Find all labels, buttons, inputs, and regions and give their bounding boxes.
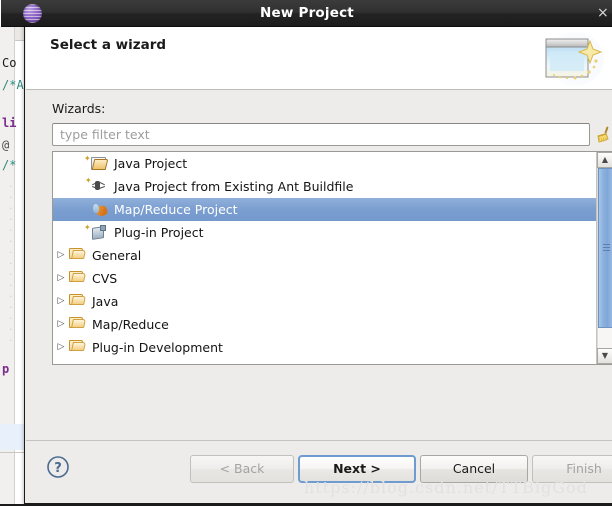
tree-row[interactable]: Map/Reduce Project xyxy=(53,198,596,221)
new-wizard-page-icon xyxy=(544,32,604,86)
dialog-title: New Project xyxy=(260,5,354,21)
backdrop-tickmarks: ............... xyxy=(8,180,14,344)
tree-row[interactable]: ▷ Java xyxy=(53,290,596,313)
dialog-header: Select a wizard xyxy=(26,27,612,90)
tree-row-label: Map/Reduce Project xyxy=(114,202,238,217)
cancel-button[interactable]: Cancel xyxy=(420,455,528,483)
tree-row[interactable]: ✦ Java Project from Existing Ant Buildfil… xyxy=(53,175,596,198)
folder-icon xyxy=(69,247,87,265)
backdrop-code-fragment: /*A xyxy=(2,78,24,92)
expand-triangle-icon[interactable]: ▷ xyxy=(53,336,69,359)
scroll-up-icon[interactable]: ▲ xyxy=(597,152,612,168)
folder-icon xyxy=(69,293,87,311)
close-icon[interactable]: × xyxy=(597,2,612,24)
scrollbar-grip xyxy=(603,244,610,252)
dialog-titlebar: New Project × xyxy=(1,0,612,27)
tree-row[interactable]: ✦ Java Project xyxy=(53,152,596,175)
scroll-down-icon[interactable]: ▼ xyxy=(597,348,612,364)
broom-clear-icon[interactable] xyxy=(594,125,612,145)
tree-row-label: Java xyxy=(92,294,119,309)
next-button[interactable]: Next > xyxy=(298,455,416,483)
backdrop-highlight-band xyxy=(0,424,26,450)
backdrop-code-fragment: li xyxy=(2,116,17,130)
tree-row-label: Java Project xyxy=(114,156,188,171)
expand-triangle-icon[interactable]: ▷ xyxy=(53,313,69,336)
tree-row-label: Plug-in Development xyxy=(92,340,223,355)
scrollbar-track[interactable] xyxy=(597,168,612,348)
tree-row[interactable]: ▷ Plug-in Development xyxy=(53,336,596,359)
wizards-label: Wizards: xyxy=(52,101,106,116)
backdrop-code-fragment: /* xyxy=(2,158,17,172)
tree-row-label: Plug-in Project xyxy=(114,225,204,240)
tree-row[interactable]: ▷ CVS xyxy=(53,267,596,290)
tree-row-label: Map/Reduce xyxy=(92,317,169,332)
tree-row-label: CVS xyxy=(92,271,118,286)
scrollbar-thumb[interactable] xyxy=(598,168,612,328)
java-project-icon: ✦ xyxy=(84,154,109,173)
tree-row-label: Java Project from Existing Ant Buildfile xyxy=(114,179,354,194)
filter-row xyxy=(52,123,609,146)
new-project-dialog: New Project × Select a wizard Wizards: t… xyxy=(1,0,612,504)
backdrop-code-fragment: p xyxy=(2,362,10,376)
dialog-body: Wizards: ✦ Java Project ✦ Java Project from… xyxy=(26,90,612,440)
dialog-button-bar: ? < Back Next > Cancel Finish xyxy=(26,441,612,503)
wizard-tree-rows: ✦ Java Project ✦ Java Project from Existing… xyxy=(53,152,596,364)
finish-button[interactable]: Finish xyxy=(532,455,612,483)
expand-triangle-icon[interactable]: ▷ xyxy=(53,267,69,290)
help-question-icon[interactable]: ? xyxy=(46,455,70,479)
tree-row[interactable]: ▷ Map/Reduce xyxy=(53,313,596,336)
folder-icon xyxy=(69,316,87,334)
backdrop-rule xyxy=(0,452,26,453)
filter-input[interactable] xyxy=(52,123,590,146)
tree-row-label: General xyxy=(92,248,142,263)
tree-vertical-scrollbar[interactable]: ▲ ▼ xyxy=(596,152,612,364)
wizard-tree: ✦ Java Project ✦ Java Project from Existing… xyxy=(52,151,612,365)
svg-text:?: ? xyxy=(54,461,62,476)
backdrop-code-fragment: Co xyxy=(2,56,17,70)
ant-buildfile-icon: ✦ xyxy=(85,176,109,196)
tree-row[interactable]: ▷ General xyxy=(53,244,596,267)
tree-row[interactable]: ✦ Plug-in Project xyxy=(53,221,596,244)
hadoop-elephant-icon xyxy=(91,201,109,219)
folder-icon xyxy=(69,339,87,357)
folder-icon xyxy=(69,270,87,288)
plugin-project-icon: ✦ xyxy=(84,223,109,242)
back-button[interactable]: < Back xyxy=(190,455,294,483)
backdrop-code-fragment: @ xyxy=(2,138,10,152)
page-title: Select a wizard xyxy=(50,37,167,53)
expand-triangle-icon[interactable]: ▷ xyxy=(53,244,69,267)
expand-triangle-icon[interactable]: ▷ xyxy=(53,290,69,313)
window-bottom-edge xyxy=(0,504,612,508)
